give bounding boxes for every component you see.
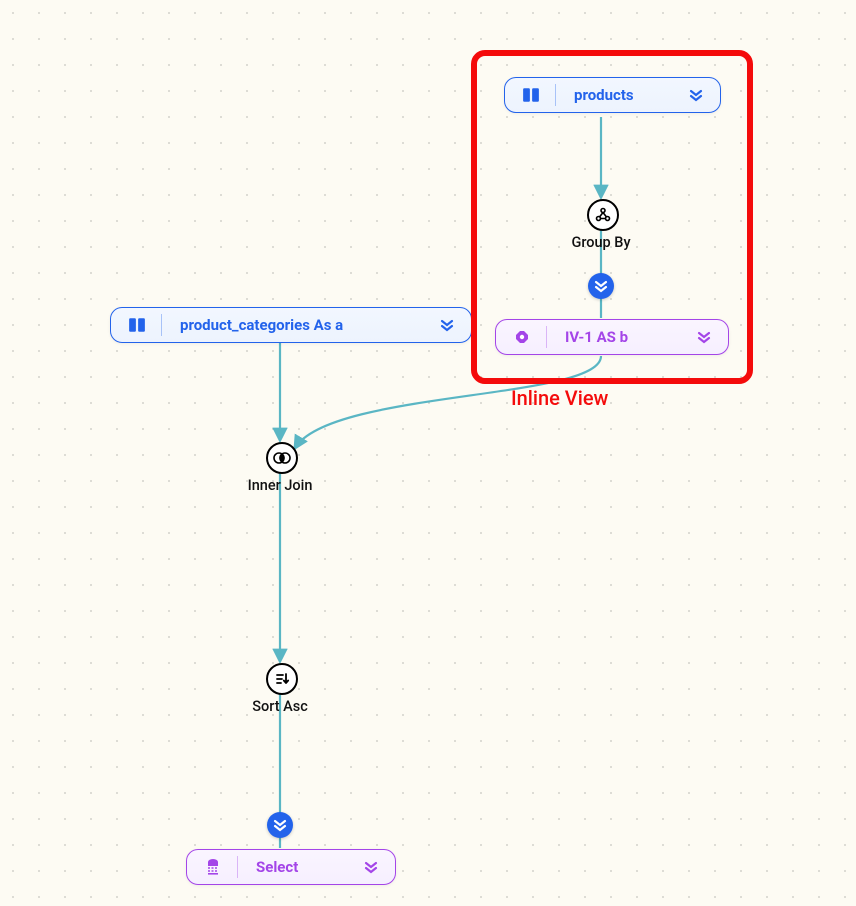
op-label-inner-join: Inner Join xyxy=(220,477,340,494)
group-by-icon xyxy=(595,207,611,223)
flow-badge[interactable] xyxy=(588,273,614,299)
table-icon xyxy=(121,316,153,334)
table-node-product-categories[interactable]: product_categories As a xyxy=(110,307,472,343)
node-label: IV-1 AS b xyxy=(563,328,690,346)
op-label-group-by: Group By xyxy=(541,234,661,251)
expand-icon[interactable] xyxy=(690,330,718,344)
op-group-by[interactable] xyxy=(587,199,619,231)
op-inner-join[interactable] xyxy=(266,442,298,474)
annotation-inline-view-label: Inline View xyxy=(511,386,608,410)
expand-icon[interactable] xyxy=(433,318,461,332)
table-icon xyxy=(515,86,547,104)
op-label-sort-asc: Sort Asc xyxy=(220,698,340,715)
flow-badge[interactable] xyxy=(267,812,293,838)
inline-view-icon xyxy=(506,329,538,345)
inline-view-node-iv1[interactable]: IV-1 AS b xyxy=(495,319,729,355)
select-icon xyxy=(197,858,229,876)
expand-icon[interactable] xyxy=(682,88,710,102)
table-node-products[interactable]: products xyxy=(504,77,721,113)
node-label: Select xyxy=(254,858,357,876)
node-label: products xyxy=(572,86,682,104)
op-sort-asc[interactable] xyxy=(266,663,298,695)
connectors xyxy=(0,0,856,906)
inner-join-icon xyxy=(273,451,291,465)
node-label: product_categories As a xyxy=(178,316,433,334)
expand-icon[interactable] xyxy=(357,860,385,874)
diagram-canvas[interactable]: { "nodes": { "products": { "label": "pro… xyxy=(0,0,856,906)
sort-asc-icon xyxy=(274,671,290,687)
select-node[interactable]: Select xyxy=(186,849,396,885)
